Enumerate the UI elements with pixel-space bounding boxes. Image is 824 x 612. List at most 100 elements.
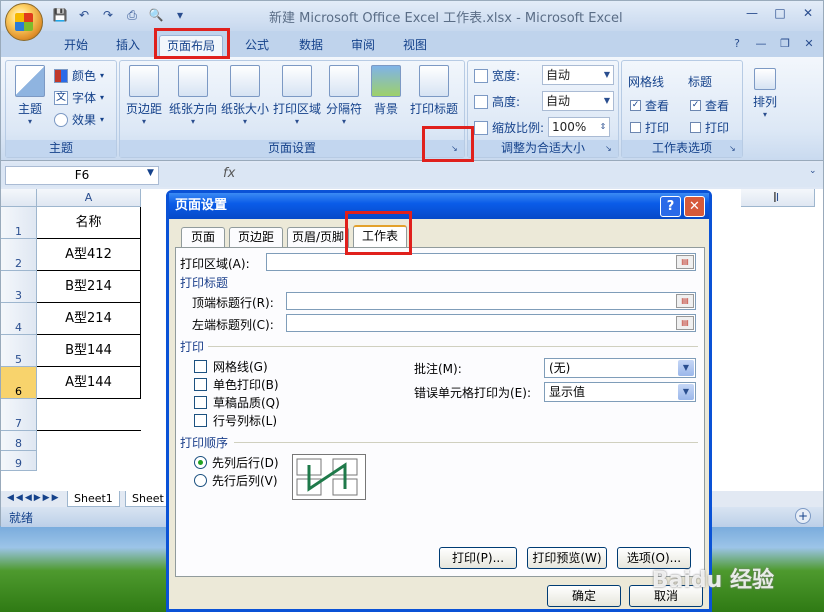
sheet-tab-2[interactable]: Sheet: [125, 491, 171, 507]
row-header[interactable]: 9: [1, 451, 37, 471]
cell-a3[interactable]: B型214: [37, 271, 141, 303]
tab-view[interactable]: 视图: [395, 35, 435, 57]
theme-effects-button[interactable]: 效果 ▾: [54, 111, 104, 128]
tab-formulas[interactable]: 公式: [237, 35, 277, 57]
preview-icon[interactable]: 🔍: [147, 7, 165, 23]
breaks-button[interactable]: 分隔符 ▾: [324, 65, 364, 126]
scale-spinner[interactable]: 100% ⇕: [548, 117, 610, 137]
cell-errors-select[interactable]: 显示值 ▼: [544, 382, 696, 402]
redo-icon[interactable]: ↷: [99, 7, 117, 23]
minimize-button[interactable]: —: [741, 5, 763, 21]
orientation-button[interactable]: 纸张方向 ▾: [168, 65, 218, 126]
print-titles-button[interactable]: 打印标题: [408, 65, 460, 117]
scale-group-label: 调整为合适大小: [468, 140, 618, 157]
comments-select[interactable]: (无) ▼: [544, 358, 696, 378]
headings-print-check[interactable]: 打印: [690, 119, 729, 136]
row-header[interactable]: 3: [1, 271, 37, 303]
background-button[interactable]: 背景: [368, 65, 404, 117]
margins-button[interactable]: 页边距 ▾: [122, 65, 166, 126]
expand-formula-icon[interactable]: ⌄: [809, 166, 821, 185]
tab-home[interactable]: 开始: [57, 35, 95, 57]
gridlines-view-check[interactable]: ✓ 查看: [630, 97, 669, 114]
tab-page[interactable]: 页面: [181, 227, 225, 247]
cell-a2[interactable]: A型412: [37, 239, 141, 271]
collapse-dialog-icon[interactable]: ▤: [676, 255, 694, 269]
tab-page-layout[interactable]: 页面布局: [159, 35, 223, 57]
row-col-headings-checkbox[interactable]: 行号列标(L): [194, 412, 277, 429]
down-then-over-radio[interactable]: 先列后行(D): [194, 454, 279, 471]
row-header[interactable]: 8: [1, 431, 37, 451]
customize-qat-icon[interactable]: ▾: [171, 7, 189, 23]
print-area-input[interactable]: ▤: [266, 253, 696, 271]
tab-review[interactable]: 审阅: [343, 35, 383, 57]
ok-button[interactable]: 确定: [547, 585, 621, 607]
tab-margins[interactable]: 页边距: [229, 227, 283, 247]
close-button[interactable]: ✕: [797, 5, 819, 21]
tab-sheet[interactable]: 工作表: [353, 225, 407, 248]
save-icon[interactable]: 💾: [51, 7, 69, 23]
zoom-in-icon[interactable]: +: [795, 508, 811, 524]
theme-colors-button[interactable]: 颜色 ▾: [54, 67, 104, 84]
page-setup-launcher-icon[interactable]: ↘: [451, 144, 461, 154]
collapse-dialog-icon[interactable]: ▤: [676, 294, 694, 308]
column-header-a[interactable]: A: [37, 189, 141, 207]
checkbox-icon: [690, 122, 701, 133]
row-header-selected[interactable]: 6: [1, 367, 37, 399]
tab-insert[interactable]: 插入: [109, 35, 147, 57]
print-button[interactable]: 打印(P)...: [439, 547, 517, 569]
sheet-options-launcher-icon[interactable]: ↘: [729, 144, 739, 154]
gridlines-checkbox[interactable]: 网格线(G): [194, 358, 268, 375]
close-workbook-button[interactable]: ✕: [801, 37, 817, 51]
row-header[interactable]: 5: [1, 335, 37, 367]
arrange-button[interactable]: 排列 ▾: [747, 68, 783, 119]
row-header[interactable]: 2: [1, 239, 37, 271]
cell-a4[interactable]: A型214: [37, 303, 141, 335]
over-then-down-radio[interactable]: 先行后列(V): [194, 472, 278, 489]
tab-header-footer[interactable]: 页眉/页脚: [287, 227, 349, 247]
headings-view-check[interactable]: ✓ 查看: [690, 97, 729, 114]
corner-select-all[interactable]: [1, 189, 37, 207]
chevron-down-icon[interactable]: ▼: [147, 168, 154, 178]
print-icon[interactable]: ⎙: [123, 7, 141, 23]
theme-group-label: 主题: [6, 140, 116, 157]
chevron-down-icon: ▾: [141, 117, 146, 126]
tab-data[interactable]: 数据: [291, 35, 331, 57]
undo-icon[interactable]: ↶: [75, 7, 93, 23]
cell-a1[interactable]: 名称: [37, 207, 141, 239]
text-cursor-icon: I: [773, 191, 777, 206]
cols-to-repeat-input[interactable]: ▤: [286, 314, 696, 332]
name-box[interactable]: F6: [5, 166, 159, 185]
row-header[interactable]: 7: [1, 399, 37, 431]
sheet-navigation-icons[interactable]: ◀◀◀▶▶▶: [7, 493, 61, 503]
column-header-i[interactable]: I: [741, 189, 815, 207]
help-icon[interactable]: ?: [660, 196, 681, 217]
cell-a7[interactable]: [37, 399, 141, 431]
rows-to-repeat-input[interactable]: ▤: [286, 292, 696, 310]
cell-a6[interactable]: A型144: [37, 367, 141, 399]
collapse-dialog-icon[interactable]: ▤: [676, 316, 694, 330]
black-white-checkbox[interactable]: 单色打印(B): [194, 376, 279, 393]
themes-button[interactable]: 主题 ▾: [12, 65, 48, 126]
fx-icon[interactable]: fx: [223, 166, 235, 181]
draft-quality-checkbox[interactable]: 草稿品质(Q): [194, 394, 280, 411]
gridlines-print-check[interactable]: 打印: [630, 119, 669, 136]
minimize-workbook-button[interactable]: —: [753, 37, 769, 51]
width-combo[interactable]: 自动 ▼: [542, 65, 614, 85]
office-button[interactable]: [5, 3, 43, 41]
watermark: Baidu 经验: [651, 568, 774, 593]
page-order-section: 打印顺序: [180, 436, 229, 450]
row-header[interactable]: 4: [1, 303, 37, 335]
close-icon[interactable]: ✕: [684, 196, 705, 217]
size-button[interactable]: 纸张大小 ▾: [220, 65, 270, 126]
print-area-button[interactable]: 打印区域 ▾: [272, 65, 322, 126]
scale-launcher-icon[interactable]: ↘: [605, 144, 615, 154]
print-preview-button[interactable]: 打印预览(W): [527, 547, 607, 569]
restore-workbook-button[interactable]: ❐: [777, 37, 793, 51]
theme-fonts-button[interactable]: 文 字体 ▾: [54, 89, 104, 106]
height-combo[interactable]: 自动 ▼: [542, 91, 614, 111]
maximize-button[interactable]: □: [769, 5, 791, 21]
help-icon[interactable]: ?: [729, 37, 745, 51]
row-header[interactable]: 1: [1, 207, 37, 239]
cell-a5[interactable]: B型144: [37, 335, 141, 367]
sheet-tab-1[interactable]: Sheet1: [67, 491, 120, 507]
